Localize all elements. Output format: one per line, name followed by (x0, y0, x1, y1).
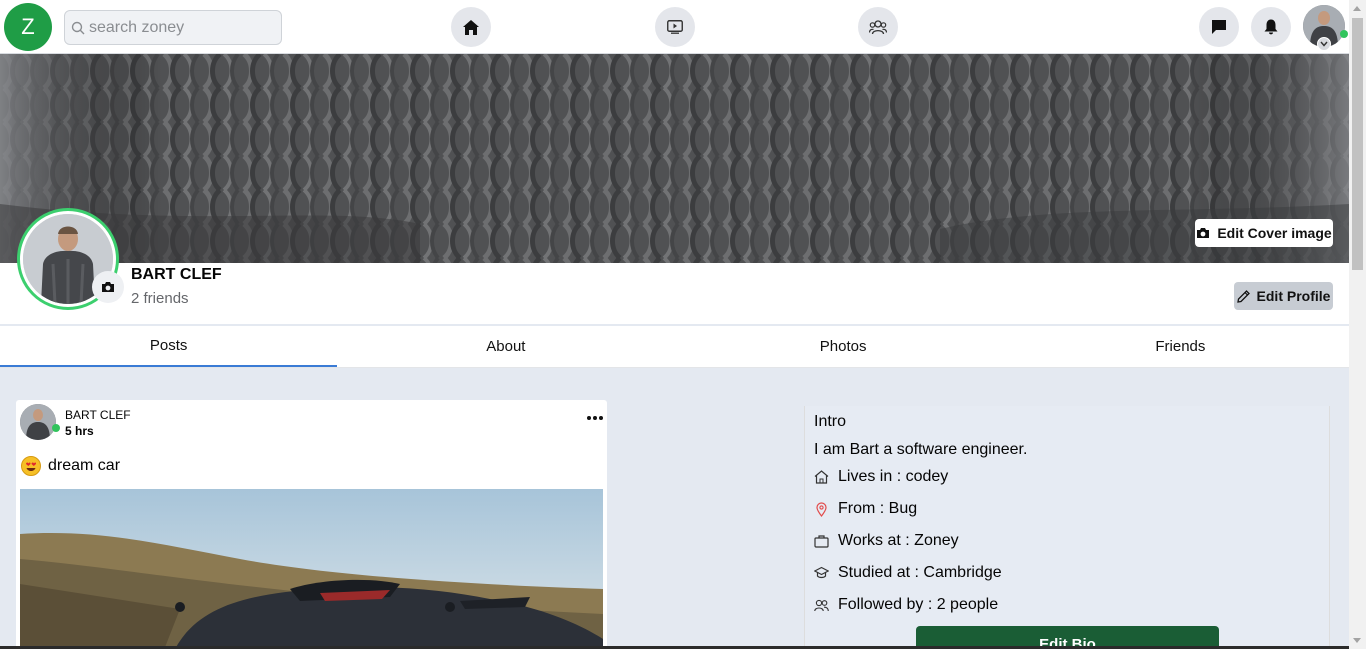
messenger-button[interactable] (1199, 7, 1239, 47)
tab-about[interactable]: About (337, 326, 674, 367)
people-icon (814, 599, 829, 611)
post-text-content: dream car (48, 457, 121, 474)
bell-icon (1264, 19, 1278, 35)
camera-icon (1197, 228, 1210, 238)
post-card: BART CLEF 5 hrs dream car (16, 400, 607, 649)
search-input[interactable] (89, 18, 269, 37)
groups-icon (869, 19, 887, 34)
camera-icon (102, 282, 114, 292)
zoney-logo[interactable]: Z (4, 3, 52, 51)
profile-tabs: Posts About Photos Friends (0, 326, 1349, 368)
post-author-online-dot (52, 424, 60, 432)
groups-nav-button[interactable] (858, 7, 898, 47)
location-pin-icon (816, 501, 827, 517)
heart-eyes-emoji-icon (21, 456, 41, 476)
cover-knit-sweater-image (0, 54, 1349, 263)
pencil-icon (1236, 289, 1250, 303)
search-box[interactable] (64, 10, 282, 45)
edit-cover-button[interactable]: Edit Cover image (1195, 219, 1333, 247)
scrollbar-thumb[interactable] (1352, 18, 1363, 270)
cover-image (0, 54, 1349, 263)
scroll-down-arrow-icon[interactable] (1353, 638, 1361, 643)
friends-count[interactable]: 2 friends (131, 290, 189, 307)
intro-lives-in: Lives in : codey (814, 468, 948, 486)
graduation-cap-icon (814, 566, 829, 579)
account-menu-toggle[interactable] (1317, 37, 1331, 51)
house-icon (814, 470, 829, 484)
profile-name: BART CLEF (131, 266, 222, 283)
briefcase-icon (814, 535, 829, 548)
avatar-image (20, 404, 56, 440)
online-status-dot (1340, 30, 1348, 38)
tab-photos[interactable]: Photos (675, 326, 1012, 367)
post-timestamp: 5 hrs (65, 424, 94, 438)
change-profile-photo-button[interactable] (92, 271, 124, 303)
sports-car-photo (20, 489, 603, 649)
intro-followed-by-text: Followed by : 2 people (838, 596, 999, 613)
tab-posts[interactable]: Posts (0, 326, 338, 367)
intro-studied-at: Studied at : Cambridge (814, 564, 1002, 582)
scroll-up-arrow-icon[interactable] (1353, 6, 1361, 11)
edit-profile-button[interactable]: Edit Profile (1234, 282, 1333, 310)
top-navbar: Z (0, 0, 1366, 54)
intro-followed-by: Followed by : 2 people (814, 596, 998, 614)
intro-bio: I am Bart a software engineer. (814, 441, 1028, 458)
page-scrollbar[interactable] (1349, 0, 1366, 649)
post-image[interactable] (20, 489, 603, 649)
more-icon[interactable] (586, 414, 604, 422)
intro-title: Intro (814, 413, 847, 430)
chevron-down-icon (1320, 41, 1328, 47)
intro-card: Intro I am Bart a software engineer. Liv… (804, 406, 1330, 649)
watch-nav-button[interactable] (655, 7, 695, 47)
tab-friends[interactable]: Friends (1012, 326, 1349, 367)
notifications-button[interactable] (1251, 7, 1291, 47)
edit-profile-label: Edit Profile (1256, 288, 1331, 304)
search-icon (71, 21, 85, 34)
intro-from-text: From : Bug (838, 500, 918, 517)
post-text: dream car (21, 456, 120, 476)
intro-from: From : Bug (814, 500, 917, 518)
post-author-avatar[interactable] (20, 404, 56, 440)
intro-works-at-text: Works at : Zoney (838, 532, 959, 549)
home-nav-button[interactable] (451, 7, 491, 47)
intro-works-at: Works at : Zoney (814, 532, 959, 550)
post-author-name[interactable]: BART CLEF (65, 408, 131, 422)
video-icon (667, 20, 683, 34)
messenger-icon (1212, 20, 1226, 34)
edit-cover-label: Edit Cover image (1217, 225, 1332, 241)
intro-lives-in-text: Lives in : codey (838, 468, 949, 485)
home-icon (463, 19, 479, 35)
intro-studied-at-text: Studied at : Cambridge (838, 564, 1002, 581)
